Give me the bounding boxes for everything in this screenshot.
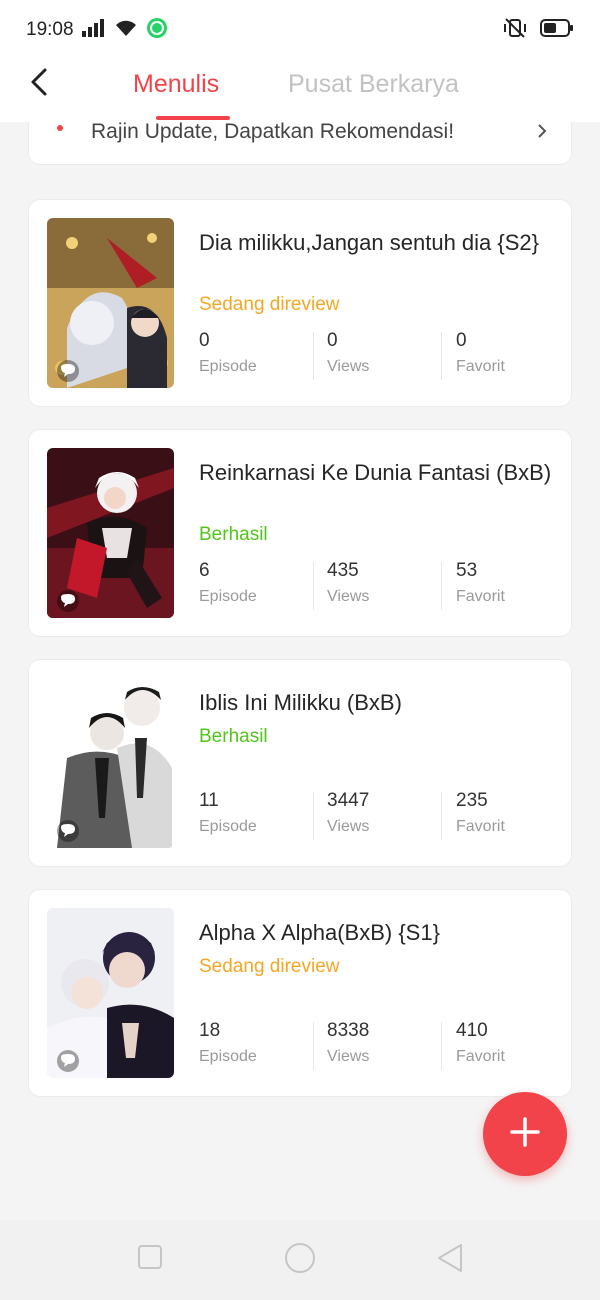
stat-episode: 11 Episode [199,790,257,836]
status-time: 19:08 [26,19,74,40]
work-stats: 18 Episode 8338 Views 410 Favorit [199,1020,559,1072]
triangle-back-icon[interactable] [436,1242,464,1279]
stat-divider [313,1022,314,1070]
work-stats: 11 Episode 3447 Views 235 Favorit [199,790,559,842]
chat-bubble-icon [55,360,81,382]
square-icon[interactable] [137,1244,163,1275]
add-work-button[interactable] [483,1092,567,1176]
stat-episode: 6 Episode [199,560,257,606]
stat-divider [313,332,314,380]
stat-favorit: 0 Favorit [456,330,505,376]
works-list[interactable]: Rajin Update, Dapatkan Rekomendasi! Dia … [0,122,600,1220]
stat-divider [441,1022,442,1070]
stat-label: Episode [199,588,257,605]
work-cover [47,448,174,618]
stat-value: 0 [199,330,210,351]
work-title: Iblis Ini Milikku (BxB) [199,690,402,715]
stat-value: 18 [199,1020,221,1041]
stat-label: Views [327,1048,370,1065]
active-tab-indicator [156,116,230,120]
work-status: Sedang direview [199,294,340,315]
work-card[interactable]: Reinkarnasi Ke Dunia Fantasi (BxB) Berha… [28,429,572,637]
chevron-right-icon [537,123,547,144]
stat-favorit: 53 Favorit [456,560,505,606]
chat-bubble-icon [55,590,81,612]
tab-menulis[interactable]: Menulis [133,70,219,99]
stat-value: 410 [456,1020,488,1041]
stat-value: 0 [456,330,467,351]
stat-value: 8338 [327,1020,370,1041]
work-stats: 6 Episode 435 Views 53 Favorit [199,560,559,612]
stat-value: 53 [456,560,478,581]
battery-icon [540,18,574,42]
work-status: Berhasil [199,726,268,747]
stat-episode: 0 Episode [199,330,257,376]
stat-label: Favorit [456,1048,505,1065]
vibrate-off-icon [502,17,528,44]
stat-views: 0 Views [327,330,369,376]
stat-divider [313,562,314,610]
chat-bubble-icon [55,820,81,842]
stat-label: Favorit [456,358,505,375]
stat-label: Episode [199,358,257,375]
stat-label: Episode [199,1048,257,1065]
stat-favorit: 235 Favorit [456,790,505,836]
work-cover [47,908,174,1078]
stat-favorit: 410 Favorit [456,1020,505,1066]
stat-divider [441,792,442,840]
circle-icon[interactable] [284,1242,316,1279]
status-bar: 19:08 [0,0,600,60]
chat-bubble-icon [55,1050,81,1072]
wifi-icon [114,19,138,42]
tab-pusat-berkarya[interactable]: Pusat Berkarya [288,70,459,99]
stat-value: 6 [199,560,210,581]
system-nav-bar [0,1220,600,1300]
stat-views: 8338 Views [327,1020,369,1066]
work-status: Berhasil [199,524,268,545]
stat-value: 0 [327,330,338,351]
work-cover [47,218,174,388]
stat-divider [441,332,442,380]
chevron-left-icon [29,67,49,102]
work-title: Dia milikku,Jangan sentuh dia {S2} [199,230,539,255]
work-title: Alpha X Alpha(BxB) {S1} [199,920,440,945]
work-stats: 0 Episode 0 Views 0 Favorit [199,330,559,382]
stat-label: Favorit [456,588,505,605]
stat-label: Episode [199,818,257,835]
work-card[interactable]: Dia milikku,Jangan sentuh dia {S2} Sedan… [28,199,572,407]
back-button[interactable] [24,66,54,102]
work-card[interactable]: Alpha X Alpha(BxB) {S1} Sedang direview … [28,889,572,1097]
work-card[interactable]: Iblis Ini Milikku (BxB) Berhasil 11 Epis… [28,659,572,867]
stat-label: Favorit [456,818,505,835]
stat-label: Views [327,588,370,605]
stat-episode: 18 Episode [199,1020,257,1066]
stat-label: Views [327,358,370,375]
plus-icon [508,1115,542,1154]
work-title: Reinkarnasi Ke Dunia Fantasi (BxB) [199,460,552,485]
stat-views: 3447 Views [327,790,369,836]
whatsapp-icon [146,17,168,44]
work-status: Sedang direview [199,956,340,977]
top-nav: Menulis Pusat Berkarya [0,60,600,122]
stat-label: Views [327,818,370,835]
stat-divider [313,792,314,840]
update-banner[interactable]: Rajin Update, Dapatkan Rekomendasi! [28,122,572,165]
stat-value: 11 [199,790,219,811]
signal-icon [81,18,106,42]
stat-value: 235 [456,790,488,811]
work-cover [47,678,174,848]
stat-value: 435 [327,560,359,581]
banner-dot [57,125,63,131]
stat-value: 3447 [327,790,370,811]
stat-views: 435 Views [327,560,369,606]
stat-divider [441,562,442,610]
banner-text: Rajin Update, Dapatkan Rekomendasi! [91,122,455,143]
